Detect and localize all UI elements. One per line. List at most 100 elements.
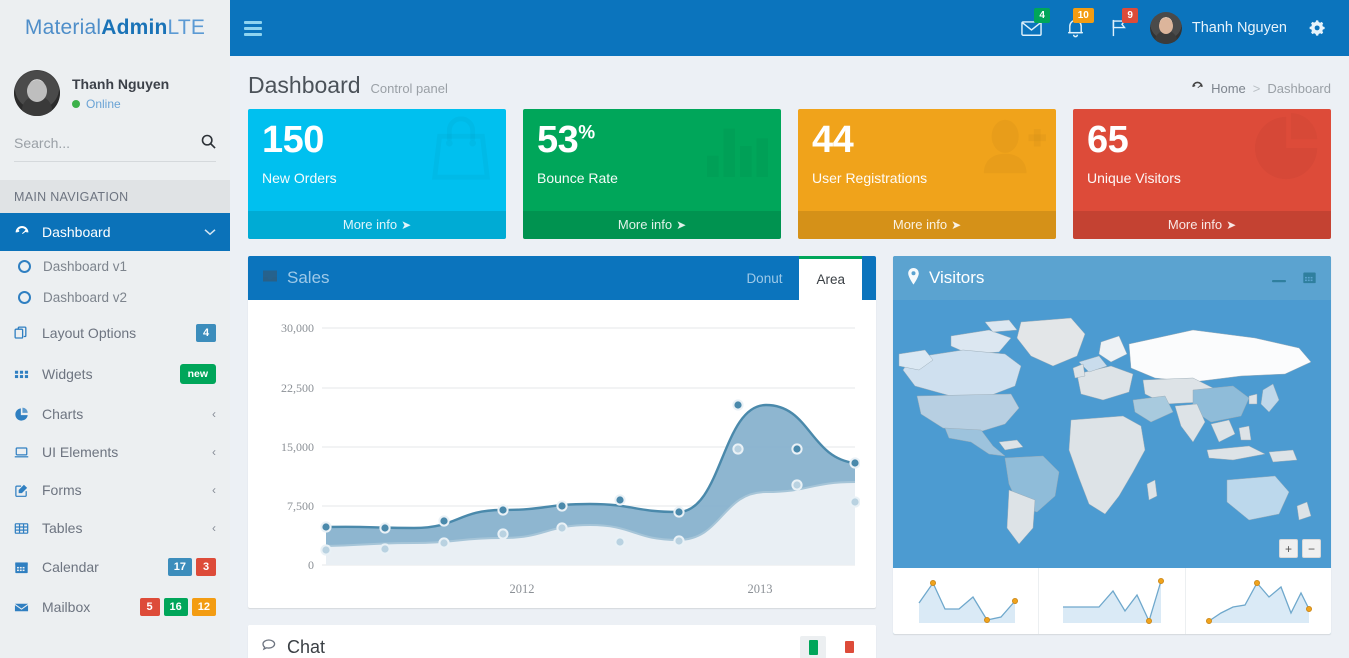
search-icon[interactable] <box>201 134 216 152</box>
dashboard-icon <box>1191 80 1204 96</box>
pie-chart-icon <box>14 407 36 422</box>
app-root: MaterialAdminLTE Thanh Nguyen Online MAI… <box>0 0 1349 658</box>
tab-donut[interactable]: Donut <box>729 256 799 300</box>
info-box-user-registrations[interactable]: 44 User Registrations More info ➤ <box>798 109 1056 239</box>
right-column: Visitors + − <box>893 256 1331 634</box>
edit-icon <box>14 483 36 498</box>
sales-area-chart[interactable]: 30,000 22,500 15,000 7,500 0 2012 2013 <box>260 310 864 600</box>
sparkline-3-svg <box>1206 580 1313 625</box>
sidebar-item-label: Widgets <box>42 366 93 382</box>
chat-panel-header: Chat <box>248 625 876 658</box>
sidebar-item-label: Layout Options <box>42 325 137 341</box>
brand-first: Material <box>24 16 102 39</box>
sidebar-item-label: Dashboard v2 <box>43 290 128 305</box>
sparkline-2[interactable] <box>1039 568 1186 634</box>
sidebar-item-dashboard-v2[interactable]: Dashboard v2 <box>0 282 230 313</box>
left-column: Sales Donut Area 30,000 22,500 15,000 7,… <box>248 256 876 658</box>
info-box-unique-visitors[interactable]: 65 Unique Visitors More info ➤ <box>1073 109 1331 239</box>
calendar-icon[interactable] <box>1302 270 1317 287</box>
breadcrumb: Home > Dashboard <box>1191 80 1331 96</box>
search-input[interactable] <box>14 135 201 151</box>
info-box-body: 65 Unique Visitors <box>1073 109 1331 211</box>
info-box-more-link[interactable]: More info ➤ <box>523 211 781 239</box>
sales-panel: Sales Donut Area 30,000 22,500 15,000 7,… <box>248 256 876 608</box>
sidebar-item-ui-elements[interactable]: UI Elements ‹ <box>0 433 230 471</box>
tasks-badge: 9 <box>1122 8 1138 23</box>
sidebar-badge: 17 <box>167 558 192 576</box>
sidebar-section-header: MAIN NAVIGATION <box>0 180 230 213</box>
info-box-value: 53 <box>537 119 579 161</box>
shopping-bag-icon <box>422 113 500 196</box>
chart-xtick-2013: 2013 <box>748 582 773 596</box>
sidebar-item-calendar[interactable]: Calendar 17 3 <box>0 547 230 587</box>
sales-panel-title: Sales <box>287 268 330 287</box>
chevron-left-icon: ‹ <box>212 521 216 535</box>
notifications-bell-icon[interactable]: 10 <box>1054 0 1098 56</box>
visitors-panel-title-wrap: Visitors <box>907 267 985 289</box>
online-dot-icon <box>72 100 80 109</box>
sidebar-badge: 4 <box>196 324 216 342</box>
page-title: Dashboard <box>248 72 361 98</box>
visitors-panel-tools <box>1272 270 1317 287</box>
sidebar-item-tables[interactable]: Tables ‹ <box>0 509 230 547</box>
sidebar-item-mailbox[interactable]: Mailbox 5 16 12 <box>0 587 230 627</box>
sparkline-3[interactable] <box>1186 568 1331 634</box>
info-box-value: 150 <box>262 119 324 161</box>
sidebar-badge: 12 <box>191 598 216 616</box>
chat-panel: Chat <box>248 625 876 658</box>
minus-icon[interactable] <box>1272 271 1286 285</box>
sidebar-item-dashboard-v1[interactable]: Dashboard v1 <box>0 251 230 282</box>
messages-badge: 4 <box>1034 8 1050 23</box>
info-box-more-link[interactable]: More info ➤ <box>798 211 1056 239</box>
info-box-more-link[interactable]: More info ➤ <box>1073 211 1331 239</box>
sales-panel-tabs: Donut Area <box>729 256 862 300</box>
info-box-value: 65 <box>1087 119 1129 161</box>
info-box-more-label: More info <box>892 217 948 232</box>
gear-icon[interactable] <box>1299 19 1335 37</box>
info-box-more-link[interactable]: More info ➤ <box>248 211 506 239</box>
status-red-chip[interactable] <box>836 636 862 658</box>
visitors-panel-title: Visitors <box>929 268 985 287</box>
tasks-flag-icon[interactable]: 9 <box>1098 0 1142 56</box>
content-wrapper: Dashboard Control panel Home > Dashboard… <box>230 56 1349 658</box>
map-zoom-controls: + − <box>1279 539 1321 558</box>
brand-logo[interactable]: Material Admin LTE <box>0 0 230 56</box>
map-zoom-out-button[interactable]: − <box>1302 539 1321 558</box>
world-map[interactable]: + − <box>893 300 1331 568</box>
chat-panel-title: Chat <box>287 636 326 657</box>
breadcrumb-home[interactable]: Home <box>1211 81 1246 96</box>
chart-xtick-2012: 2012 <box>510 582 535 596</box>
table-icon <box>14 521 36 536</box>
messages-envelope-icon[interactable]: 4 <box>1010 0 1054 56</box>
info-box-bounce-rate[interactable]: 53% Bounce Rate More info ➤ <box>523 109 781 239</box>
brand-last: LTE <box>167 16 206 39</box>
sidebar-item-label: Tables <box>42 520 83 536</box>
info-box-new-orders[interactable]: 150 New Orders More info ➤ <box>248 109 506 239</box>
sidebar-item-forms[interactable]: Forms ‹ <box>0 471 230 509</box>
tab-area[interactable]: Area <box>799 256 862 300</box>
svg-text:0: 0 <box>308 558 314 572</box>
sidebar-item-dashboard[interactable]: Dashboard <box>0 213 230 251</box>
bar-chart-icon <box>701 113 775 192</box>
pie-chart-icon <box>1253 113 1325 196</box>
info-box-value: 44 <box>812 119 854 161</box>
sidebar-search[interactable] <box>14 134 216 162</box>
dashboard-icon <box>14 224 36 240</box>
sidebar-item-layout-options[interactable]: Layout Options 4 <box>0 313 230 353</box>
main-area: 4 10 9 Thanh Nguyen Dashboard Control pa… <box>230 0 1349 658</box>
sidebar-user-panel[interactable]: Thanh Nguyen Online <box>0 56 230 128</box>
status-green-chip[interactable] <box>800 635 826 658</box>
top-navbar: 4 10 9 Thanh Nguyen <box>230 0 1349 56</box>
navbar-user-menu[interactable]: Thanh Nguyen <box>1142 12 1299 44</box>
sidebar-item-widgets[interactable]: Widgets new <box>0 353 230 395</box>
info-box-suffix: % <box>578 122 595 144</box>
map-zoom-in-button[interactable]: + <box>1279 539 1298 558</box>
hamburger-icon[interactable] <box>230 0 276 56</box>
info-boxes-row: 150 New Orders More info ➤ 53% Bounce Ra… <box>230 109 1349 239</box>
svg-text:15,000: 15,000 <box>281 440 314 454</box>
sidebar-item-label: Charts <box>42 406 84 422</box>
sparkline-1[interactable] <box>893 568 1040 634</box>
sales-panel-body: 30,000 22,500 15,000 7,500 0 2012 2013 <box>248 300 876 608</box>
sidebar-item-charts[interactable]: Charts ‹ <box>0 395 230 433</box>
circle-o-icon <box>18 291 31 304</box>
